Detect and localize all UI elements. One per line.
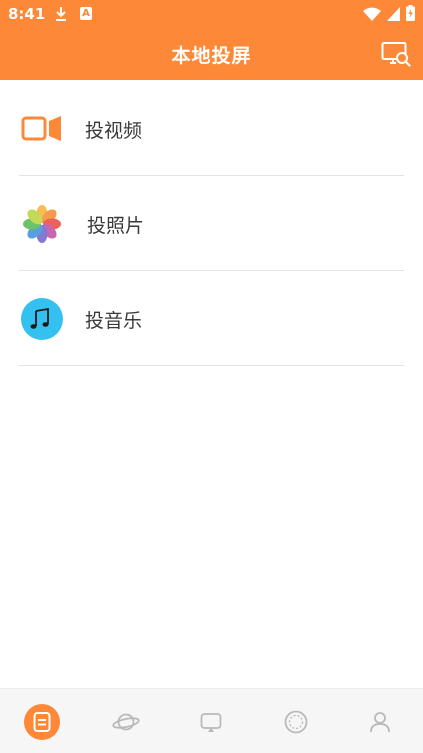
status-bar: 8:41 A [0, 0, 423, 30]
screen-search-icon[interactable] [381, 41, 411, 69]
music-icon [21, 298, 63, 340]
photos-icon [21, 203, 63, 245]
app-screen: 8:41 A 本地投屏 投视频 投照片 投音乐 [0, 0, 423, 753]
wifi-icon [363, 6, 381, 25]
cast-menu-list: 投视频 投照片 投音乐 [19, 81, 404, 366]
nav-cast-tab[interactable] [193, 704, 229, 740]
status-icons [363, 5, 415, 25]
compass-icon [278, 710, 314, 744]
list-item-photos[interactable]: 投照片 [19, 176, 404, 271]
nav-user-tab[interactable] [362, 704, 398, 740]
photos-label: 投照片 [87, 215, 145, 237]
user-icon [362, 712, 398, 744]
battery-icon [406, 5, 415, 25]
download-icon [55, 6, 67, 26]
document-icon [24, 712, 60, 744]
planet-icon [108, 713, 144, 744]
cast-icon [193, 713, 229, 744]
page-title: 本地投屏 [171, 45, 252, 67]
nav-planet-tab[interactable] [108, 704, 144, 740]
nav-document-tab[interactable] [24, 704, 60, 740]
bottom-nav [0, 688, 423, 753]
signal-icon [387, 6, 400, 25]
header: 本地投屏 [0, 30, 423, 80]
music-label: 投音乐 [85, 310, 143, 332]
nav-compass-tab[interactable] [278, 704, 314, 740]
a-app-icon: A [80, 7, 92, 20]
video-label: 投视频 [85, 120, 143, 142]
list-item-music[interactable]: 投音乐 [19, 271, 404, 366]
list-item-video[interactable]: 投视频 [19, 81, 404, 176]
video-icon [21, 108, 63, 150]
status-time: 8:41 [8, 5, 46, 23]
